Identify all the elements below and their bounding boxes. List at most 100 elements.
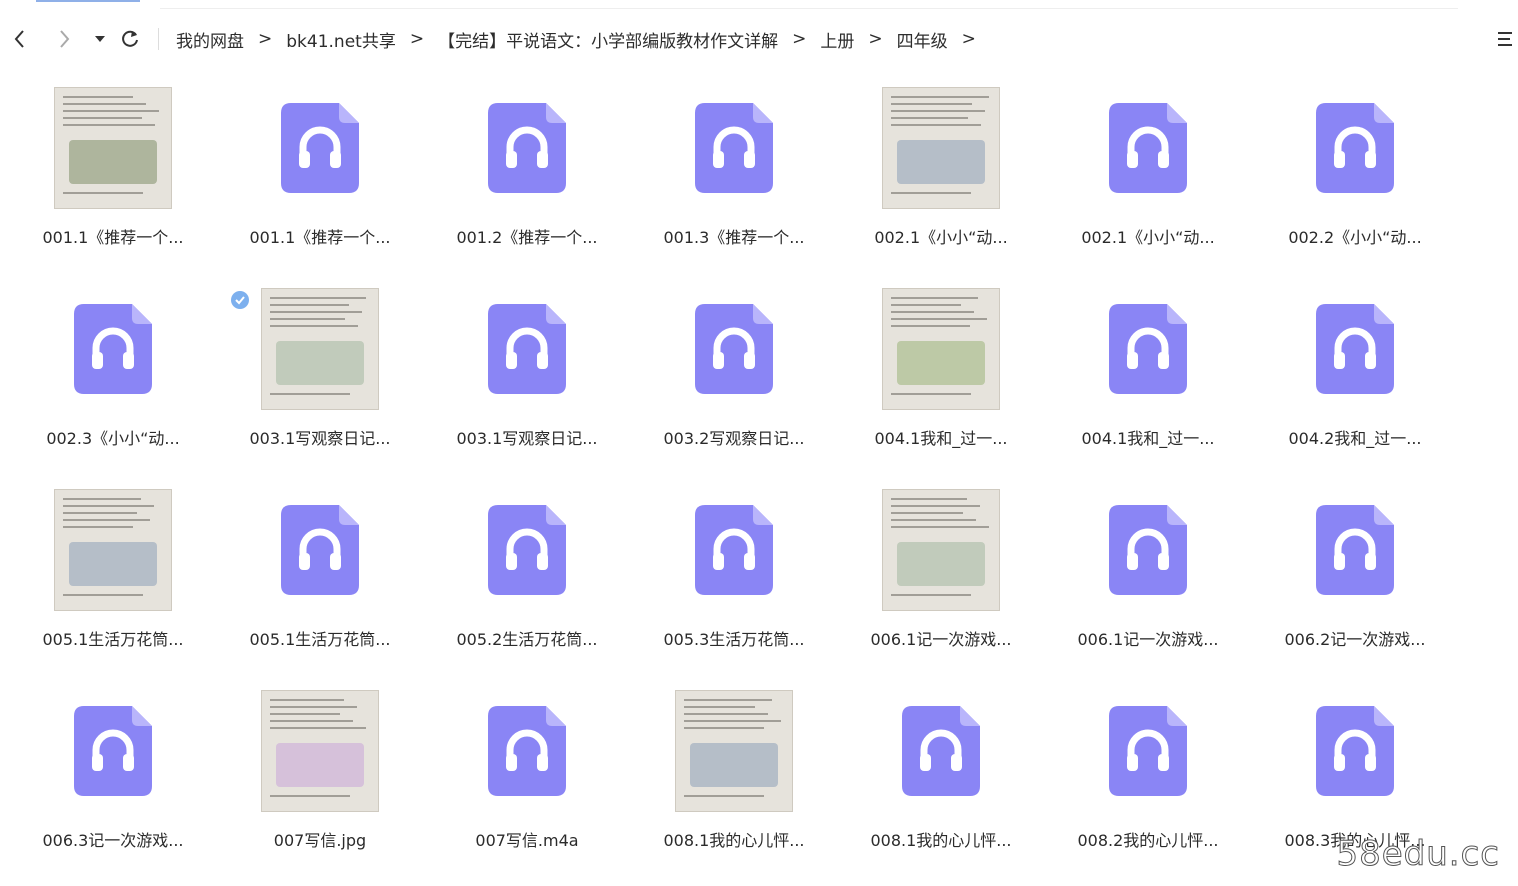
view-menu-button[interactable] — [1496, 20, 1518, 58]
file-item-audio[interactable]: 001.2《推荐一个... — [432, 80, 622, 260]
file-item-audio[interactable]: 001.3《推荐一个... — [639, 80, 829, 260]
file-name: 003.1写观察日记... — [249, 429, 391, 448]
file-thumbnail — [846, 281, 1036, 417]
breadcrumb-separator: > — [258, 29, 273, 49]
breadcrumb-separator: > — [961, 29, 976, 49]
headphones-icon — [488, 103, 566, 193]
file-item-image[interactable]: 008.1我的心儿怦... — [639, 683, 829, 863]
file-thumbnail — [846, 80, 1036, 216]
photo-thumbnail — [261, 690, 379, 812]
forward-button[interactable] — [50, 20, 78, 58]
file-name: 003.1写观察日记... — [456, 429, 598, 448]
watermark-text: 58edu.cc — [1336, 834, 1500, 875]
file-item-image[interactable]: 001.1《推荐一个... — [18, 80, 208, 260]
file-item-audio[interactable]: 002.2《小小“动... — [1260, 80, 1450, 260]
photo-thumbnail — [675, 690, 793, 812]
breadcrumb: 我的网盘 > bk41.net共享 > 【完结】平说语文：小学部编版教材作文详解… — [176, 20, 990, 58]
file-thumbnail — [225, 281, 415, 417]
file-thumbnail — [432, 281, 622, 417]
file-name: 005.1生活万花筒... — [42, 630, 184, 649]
file-item-audio[interactable]: 001.1《推荐一个... — [225, 80, 415, 260]
file-name: 006.2记一次游戏... — [1284, 630, 1426, 649]
file-item-audio[interactable]: 002.3《小小“动... — [18, 281, 208, 461]
file-item-audio[interactable]: 005.2生活万花筒... — [432, 482, 622, 662]
file-name: 006.1记一次游戏... — [1077, 630, 1219, 649]
file-name: 008.2我的心儿怦... — [1077, 831, 1219, 850]
breadcrumb-separator: > — [868, 29, 883, 49]
file-item-audio[interactable]: 004.2我和_过一... — [1260, 281, 1450, 461]
headphones-icon — [488, 505, 566, 595]
file-thumbnail — [1260, 281, 1450, 417]
breadcrumb-item-my-drive[interactable]: 我的网盘 — [176, 27, 244, 52]
chevron-right-icon — [60, 30, 70, 48]
file-item-audio[interactable]: 007写信.m4a — [432, 683, 622, 863]
headphones-icon — [1109, 706, 1187, 796]
refresh-icon — [122, 30, 138, 47]
file-item-image[interactable]: 007写信.jpg — [225, 683, 415, 863]
breadcrumb-separator: > — [792, 29, 807, 49]
back-button[interactable] — [6, 20, 34, 58]
file-thumbnail — [846, 482, 1036, 618]
file-thumbnail — [639, 683, 829, 819]
file-item-audio[interactable]: 006.2记一次游戏... — [1260, 482, 1450, 662]
file-name: 002.3《小小“动... — [46, 429, 180, 448]
headphones-icon — [902, 706, 980, 796]
breadcrumb-item-grade[interactable]: 四年级 — [897, 27, 948, 52]
file-thumbnail — [18, 683, 208, 819]
file-item-image[interactable]: 005.1生活万花筒... — [18, 482, 208, 662]
headphones-icon — [1109, 103, 1187, 193]
file-item-audio[interactable]: 006.3记一次游戏... — [18, 683, 208, 863]
menu-icon — [1498, 32, 1512, 46]
file-name: 001.1《推荐一个... — [249, 228, 391, 247]
file-thumbnail — [1260, 80, 1450, 216]
file-name: 006.3记一次游戏... — [42, 831, 184, 850]
file-thumbnail — [1260, 683, 1450, 819]
file-name: 005.1生活万花筒... — [249, 630, 391, 649]
file-thumbnail — [846, 683, 1036, 819]
headphones-icon — [695, 505, 773, 595]
headphones-icon — [1316, 103, 1394, 193]
refresh-button[interactable] — [116, 20, 144, 58]
history-dropdown-button[interactable] — [88, 20, 112, 58]
file-name: 005.3生活万花筒... — [663, 630, 805, 649]
selected-check-icon[interactable] — [231, 291, 249, 309]
file-item-audio[interactable]: 008.2我的心儿怦... — [1053, 683, 1243, 863]
photo-thumbnail — [54, 489, 172, 611]
chevron-left-icon — [14, 30, 24, 48]
file-item-audio[interactable]: 005.3生活万花筒... — [639, 482, 829, 662]
file-thumbnail — [639, 281, 829, 417]
active-tab-indicator — [36, 0, 140, 2]
headphones-icon — [74, 706, 152, 796]
file-thumbnail — [432, 482, 622, 618]
file-item-audio[interactable]: 008.1我的心儿怦... — [846, 683, 1036, 863]
file-name: 004.1我和_过一... — [1081, 429, 1215, 448]
breadcrumb-separator: > — [409, 29, 425, 49]
file-item-audio[interactable]: 006.1记一次游戏... — [1053, 482, 1243, 662]
headphones-icon — [1316, 505, 1394, 595]
file-item-audio[interactable]: 003.1写观察日记... — [432, 281, 622, 461]
navigation-toolbar: 我的网盘 > bk41.net共享 > 【完结】平说语文：小学部编版教材作文详解… — [0, 20, 1518, 58]
file-item-image[interactable]: 002.1《小小“动... — [846, 80, 1036, 260]
file-item-image[interactable]: 006.1记一次游戏... — [846, 482, 1036, 662]
breadcrumb-item-course[interactable]: 【完结】平说语文：小学部编版教材作文详解 — [438, 27, 778, 52]
file-thumbnail — [1053, 281, 1243, 417]
file-name: 001.1《推荐一个... — [42, 228, 184, 247]
file-thumbnail — [432, 683, 622, 819]
headphones-icon — [1109, 304, 1187, 394]
file-thumbnail — [225, 683, 415, 819]
file-thumbnail — [18, 281, 208, 417]
file-item-image[interactable]: 004.1我和_过一... — [846, 281, 1036, 461]
headphones-icon — [488, 706, 566, 796]
file-name: 004.1我和_过一... — [874, 429, 1008, 448]
file-item-image[interactable]: 003.1写观察日记... — [225, 281, 415, 461]
file-item-audio[interactable]: 002.1《小小“动... — [1053, 80, 1243, 260]
file-name: 001.2《推荐一个... — [456, 228, 598, 247]
file-item-audio[interactable]: 004.1我和_过一... — [1053, 281, 1243, 461]
file-thumbnail — [639, 80, 829, 216]
file-thumbnail — [1053, 683, 1243, 819]
file-item-audio[interactable]: 005.1生活万花筒... — [225, 482, 415, 662]
breadcrumb-item-volume[interactable]: 上册 — [820, 27, 854, 52]
file-item-audio[interactable]: 003.2写观察日记... — [639, 281, 829, 461]
breadcrumb-item-shared[interactable]: bk41.net共享 — [286, 27, 396, 52]
headphones-icon — [281, 505, 359, 595]
